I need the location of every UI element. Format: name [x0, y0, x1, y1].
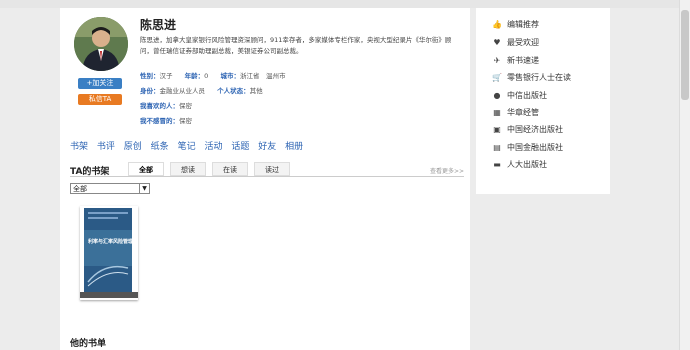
fav-people-label: 我喜欢的人： [140, 102, 179, 110]
tab-read[interactable]: 读过 [254, 162, 290, 176]
bank-card-icon: ▬ [493, 160, 501, 169]
money-icon: ▤ [493, 143, 501, 152]
avatar[interactable] [74, 17, 128, 71]
sidebar-item-retail-bankers[interactable]: 🛒 零售银行人士在读 [492, 72, 571, 86]
sidebar-item-renmin-press[interactable]: ▬ 人大出版社 [492, 159, 547, 173]
nav-albums[interactable]: 相册 [285, 142, 303, 152]
shelf-filter-value: 全部 [73, 185, 87, 193]
basic-info-row: 性别：汉子 年龄：0 城市：浙江省 温州市 [140, 70, 285, 80]
sidebar-item-finance-press[interactable]: ▤ 中国金融出版社 [492, 142, 563, 156]
nav-bookshelf[interactable]: 书架 [70, 142, 88, 152]
age-value: 0 [204, 72, 209, 80]
cart-icon: 🛒 [492, 73, 502, 82]
plane-icon: ✈ [493, 56, 501, 65]
view-more-link[interactable]: 查看更多>> [430, 166, 464, 175]
nav-notes-paper[interactable]: 纸条 [151, 142, 169, 152]
thumbs-up-icon: 👍 [492, 20, 502, 29]
tab-want-to-read[interactable]: 想读 [170, 162, 206, 176]
sidebar-item-label: 华章经管 [507, 108, 539, 117]
nav-reviews[interactable]: 书评 [97, 142, 115, 152]
book-cover[interactable]: 利率与汇率风险管理 [80, 206, 138, 300]
nav-original[interactable]: 原创 [124, 142, 142, 152]
book-bottom-shadow [80, 292, 138, 298]
avatar-photo [74, 17, 128, 71]
city-label: 城市： [220, 72, 240, 80]
sidebar-item-huazhang[interactable]: ▦ 华章经管 [492, 107, 539, 121]
sidebar-item-editor-picks[interactable]: 👍 编辑推荐 [492, 19, 539, 33]
age-label: 年龄： [184, 72, 205, 80]
sidebar-item-label: 人大出版社 [507, 160, 547, 169]
sidebar-item-label: 中国金融出版社 [507, 143, 563, 152]
profile-name: 陈思进 [140, 18, 177, 32]
tab-all[interactable]: 全部 [128, 162, 164, 176]
fav-people-value: 保密 [179, 102, 192, 110]
sidebar-item-label: 中国经济出版社 [507, 125, 563, 134]
gender-label: 性别： [140, 72, 160, 80]
sidebar-item-label: 中信出版社 [507, 91, 547, 100]
cover-curve-graphic [87, 265, 129, 287]
nav-friends[interactable]: 好友 [258, 142, 276, 152]
identity-value: 金融业从业人员 [159, 87, 206, 95]
disliked-value: 保密 [179, 117, 192, 125]
disliked-row: 我不感冒的：保密 [140, 115, 192, 125]
status-value: 其他 [249, 87, 263, 95]
chevron-down-icon[interactable]: ▼ [139, 184, 149, 193]
profile-nav: 书架 书评 原创 纸条 笔记 活动 话题 好友 相册 [70, 139, 309, 152]
tab-reading[interactable]: 在读 [212, 162, 248, 176]
follow-button[interactable]: +加关注 [78, 78, 122, 89]
sidebar-item-label: 最受欢迎 [507, 38, 539, 47]
message-button[interactable]: 私信TA [78, 94, 122, 105]
sidebar-item-label: 编辑推荐 [507, 20, 539, 29]
globe-icon: ● [493, 91, 501, 100]
identity-label: 身份： [140, 87, 160, 95]
book-cover-title: 利率与汇率风险管理 [88, 239, 134, 245]
newspaper-icon: ▦ [493, 108, 501, 117]
shelf-divider [70, 176, 464, 177]
sidebar-item-citic-press[interactable]: ● 中信出版社 [492, 90, 548, 104]
identity-row: 身份：金融业从业人员 个人状态：其他 [140, 85, 263, 95]
city-value: 浙江省 温州市 [239, 72, 286, 80]
profile-bio: 陈思进，加拿大皇家银行风险管理资深顾问，911幸存者，多家媒体专栏作家，央视大型… [140, 36, 452, 55]
vertical-scrollbar[interactable] [679, 0, 690, 350]
heart-icon: ♥ [493, 38, 501, 47]
disliked-label: 我不感冒的： [140, 117, 179, 125]
cover-stripe [88, 212, 128, 214]
book-icon: ▣ [493, 125, 501, 134]
sidebar-item-new-books[interactable]: ✈ 新书速递 [492, 55, 539, 69]
fav-people-row: 我喜欢的人：保密 [140, 100, 192, 110]
cover-stripe [88, 217, 118, 219]
sidebar-item-most-popular[interactable]: ♥ 最受欢迎 [492, 37, 539, 51]
sidebar-item-economy-press[interactable]: ▣ 中国经济出版社 [492, 124, 563, 138]
nav-events[interactable]: 活动 [204, 142, 222, 152]
recommend-sidebar: 👍 编辑推荐 ♥ 最受欢迎 ✈ 新书速递 🛒 零售银行人士在读 ● 中信出版社 ▦ 华章经管… [476, 8, 610, 194]
scrollbar-thumb[interactable] [681, 10, 689, 100]
sidebar-item-label: 零售银行人士在读 [507, 73, 571, 82]
sidebar-item-label: 新书速递 [507, 56, 539, 65]
shelf-filter-select[interactable]: 全部 ▼ [70, 183, 150, 194]
top-bar [0, 0, 680, 8]
booklist-title: 他的书单 [70, 339, 107, 349]
status-label: 个人状态： [217, 87, 250, 95]
gender-value: 汉子 [159, 72, 173, 80]
nav-topics[interactable]: 话题 [231, 142, 249, 152]
nav-notes[interactable]: 笔记 [178, 142, 196, 152]
profile-panel: +加关注 私信TA 陈思进 陈思进，加拿大皇家银行风险管理资深顾问，911幸存者… [60, 8, 470, 350]
book-cover-image: 利率与汇率风险管理 [84, 208, 134, 294]
